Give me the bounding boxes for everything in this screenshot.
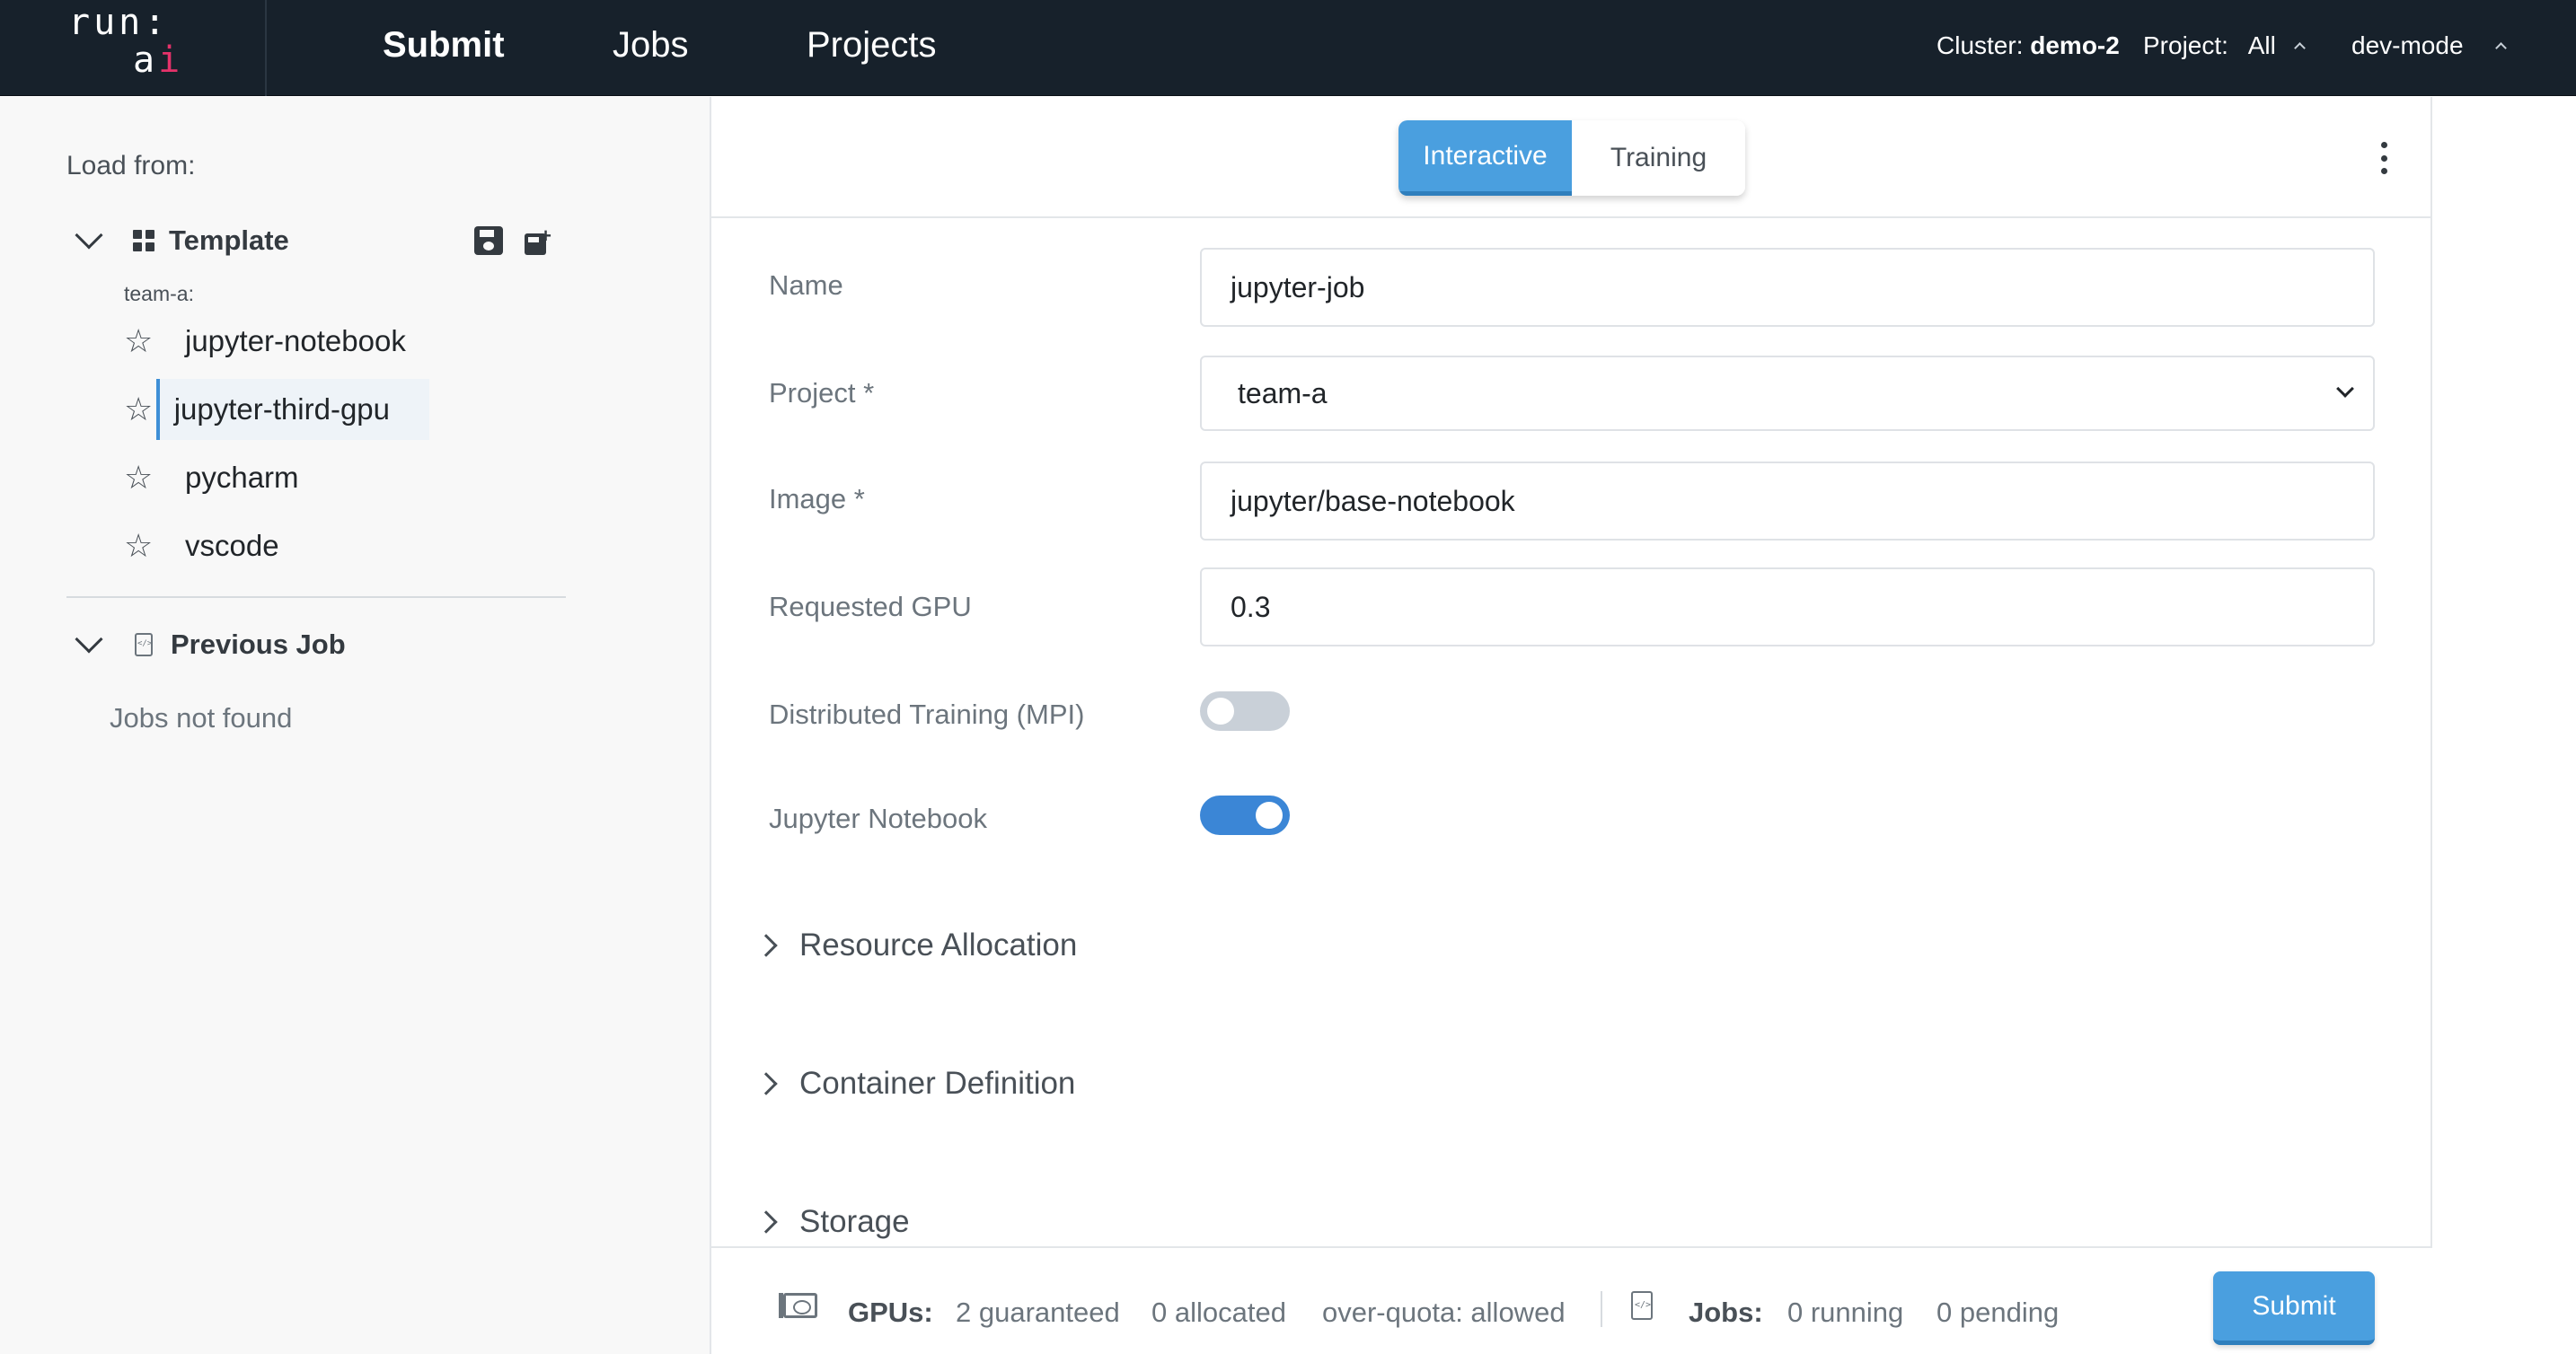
header-divider — [711, 216, 2432, 218]
section-label: Resource Allocation — [799, 928, 1078, 963]
template-item-selected[interactable]: ☆ jupyter-third-gpu — [124, 379, 429, 440]
right-gutter — [2434, 97, 2576, 1354]
template-item[interactable]: ☆ jupyter-notebook — [124, 311, 429, 372]
image-field[interactable]: jupyter/base-notebook — [1200, 462, 2375, 541]
template-grid-icon — [133, 230, 154, 251]
chevron-up-icon — [2495, 42, 2508, 54]
gpus-guaranteed: 2 guaranteed — [956, 1297, 1120, 1328]
image-label: Image * — [769, 483, 865, 514]
user-name: dev-mode — [2351, 31, 2464, 59]
star-icon[interactable]: ☆ — [124, 530, 172, 562]
star-icon[interactable]: ☆ — [124, 325, 172, 357]
gpu-icon — [779, 1293, 817, 1318]
mpi-toggle[interactable] — [1200, 691, 1290, 731]
chevron-right-icon — [754, 1072, 778, 1095]
jobs-empty-message: Jobs not found — [110, 702, 293, 734]
job-type-toggle: Interactive Training — [1398, 120, 1745, 196]
more-options-icon[interactable] — [2378, 142, 2389, 174]
template-group-label: team-a: — [124, 282, 194, 305]
gpus-label: GPUs: — [848, 1297, 933, 1328]
jupyter-label: Jupyter Notebook — [769, 803, 987, 834]
logo-bottom-text: ai — [133, 40, 184, 81]
template-item-label: pycharm — [185, 461, 299, 494]
nav-submit[interactable]: Submit — [383, 25, 505, 66]
load-from-label: Load from: — [66, 151, 196, 180]
section-label: Storage — [799, 1204, 910, 1239]
jobs-file-icon — [1631, 1291, 1653, 1320]
chevron-down-icon[interactable] — [75, 221, 103, 250]
template-section-header[interactable]: Template — [75, 221, 289, 260]
logo-top-text: run: — [68, 2, 170, 43]
code-file-icon — [135, 633, 153, 656]
name-label: Name — [769, 269, 843, 301]
cluster-indicator: Cluster: demo-2 — [1936, 31, 2120, 60]
template-item-label: jupyter-notebook — [185, 324, 406, 357]
chevron-up-icon — [2293, 42, 2306, 54]
star-icon[interactable]: ☆ — [124, 393, 156, 426]
requested-gpu-field[interactable]: 0.3 — [1200, 567, 2375, 646]
container-definition-section[interactable]: Container Definition — [754, 1061, 1076, 1106]
chevron-right-icon — [754, 1210, 778, 1234]
nav-jobs[interactable]: Jobs — [613, 25, 689, 66]
interactive-tab[interactable]: Interactive — [1398, 120, 1572, 196]
nav-projects[interactable]: Projects — [807, 25, 937, 66]
mpi-label: Distributed Training (MPI) — [769, 699, 1085, 730]
user-menu[interactable]: dev-mode — [2351, 31, 2508, 60]
previous-job-section-title: Previous Job — [171, 629, 346, 660]
jupyter-toggle[interactable] — [1200, 796, 1290, 835]
resource-allocation-section[interactable]: Resource Allocation — [754, 923, 1078, 968]
jobs-running: 0 running — [1787, 1297, 1904, 1328]
star-icon[interactable]: ☆ — [124, 462, 172, 494]
quota-footer: GPUs: 2 guaranteed 0 allocated over-quot… — [711, 1246, 2432, 1354]
requested-gpu-label: Requested GPU — [769, 591, 972, 622]
save-template-icon[interactable] — [474, 226, 503, 255]
chevron-down-icon[interactable] — [75, 625, 103, 654]
storage-section[interactable]: Storage — [754, 1200, 910, 1244]
project-value: All — [2247, 31, 2276, 59]
name-field[interactable]: jupyter-job — [1200, 248, 2375, 327]
previous-job-section-header[interactable]: Previous Job — [75, 625, 346, 664]
gpus-over-quota: over-quota: allowed — [1322, 1297, 1566, 1328]
gpus-allocated: 0 allocated — [1151, 1297, 1286, 1328]
chevron-down-icon — [2336, 380, 2354, 398]
cluster-value: demo-2 — [2030, 31, 2120, 59]
top-navbar: run: ai Submit Jobs Projects Cluster: de… — [0, 0, 2576, 96]
template-item[interactable]: ☆ vscode — [124, 515, 429, 576]
project-label: Project * — [769, 377, 875, 409]
template-section-title: Template — [169, 224, 289, 256]
project-select-value: team-a — [1238, 376, 1328, 409]
project-label: Project: — [2143, 31, 2228, 59]
runai-logo[interactable]: run: ai — [0, 0, 267, 96]
template-item-label: jupyter-third-gpu — [155, 379, 429, 440]
submit-button[interactable]: Submit — [2213, 1271, 2375, 1345]
project-selector[interactable]: Project: All — [2143, 31, 2306, 60]
chevron-right-icon — [754, 934, 778, 957]
project-select[interactable]: team-a — [1200, 356, 2375, 431]
job-submit-form: Interactive Training Name jupyter-job Pr… — [711, 97, 2432, 1354]
template-item-label: vscode — [185, 529, 279, 562]
jobs-pending: 0 pending — [1936, 1297, 2060, 1328]
training-tab[interactable]: Training — [1572, 120, 1745, 196]
load-from-sidebar: Load from: Template + team-a: ☆ jupyter-… — [0, 97, 711, 1354]
cluster-label: Cluster: — [1936, 31, 2024, 59]
save-as-template-icon[interactable]: + — [525, 226, 551, 255]
footer-separator — [1601, 1291, 1602, 1327]
template-item[interactable]: ☆ pycharm — [124, 447, 429, 508]
jobs-label: Jobs: — [1689, 1297, 1763, 1328]
sidebar-divider — [66, 596, 566, 598]
section-label: Container Definition — [799, 1066, 1076, 1101]
